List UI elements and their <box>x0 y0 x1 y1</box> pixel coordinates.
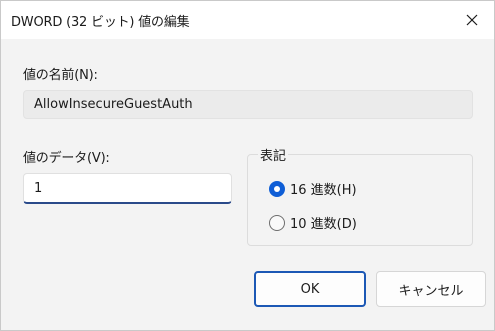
close-button[interactable] <box>450 1 494 39</box>
value-name-field: AllowInsecureGuestAuth <box>23 90 473 119</box>
radio-unchecked-icon <box>269 214 285 231</box>
ok-button[interactable]: OK <box>254 271 366 307</box>
radio-hexadecimal[interactable]: 16 進数(H) <box>269 179 357 198</box>
radix-groupbox <box>247 154 473 246</box>
radio-decimal[interactable]: 10 進数(D) <box>269 213 357 232</box>
radio-hexadecimal-label: 16 進数(H) <box>290 183 357 198</box>
cancel-button[interactable]: キャンセル <box>376 271 486 307</box>
radio-checked-icon <box>269 180 285 197</box>
radix-legend: 表記 <box>258 145 289 164</box>
dword-edit-dialog: DWORD (32 ビット) 値の編集 値の名前(N): AllowInsecu… <box>0 0 495 331</box>
dialog-title: DWORD (32 ビット) 値の編集 <box>11 15 190 30</box>
value-name-label: 値の名前(N): <box>23 68 98 83</box>
radio-decimal-label: 10 進数(D) <box>290 217 357 232</box>
title-bar[interactable]: DWORD (32 ビット) 値の編集 <box>1 1 494 39</box>
close-icon <box>466 14 478 26</box>
value-data-label: 値のデータ(V): <box>23 151 110 166</box>
value-data-input[interactable] <box>23 173 232 204</box>
